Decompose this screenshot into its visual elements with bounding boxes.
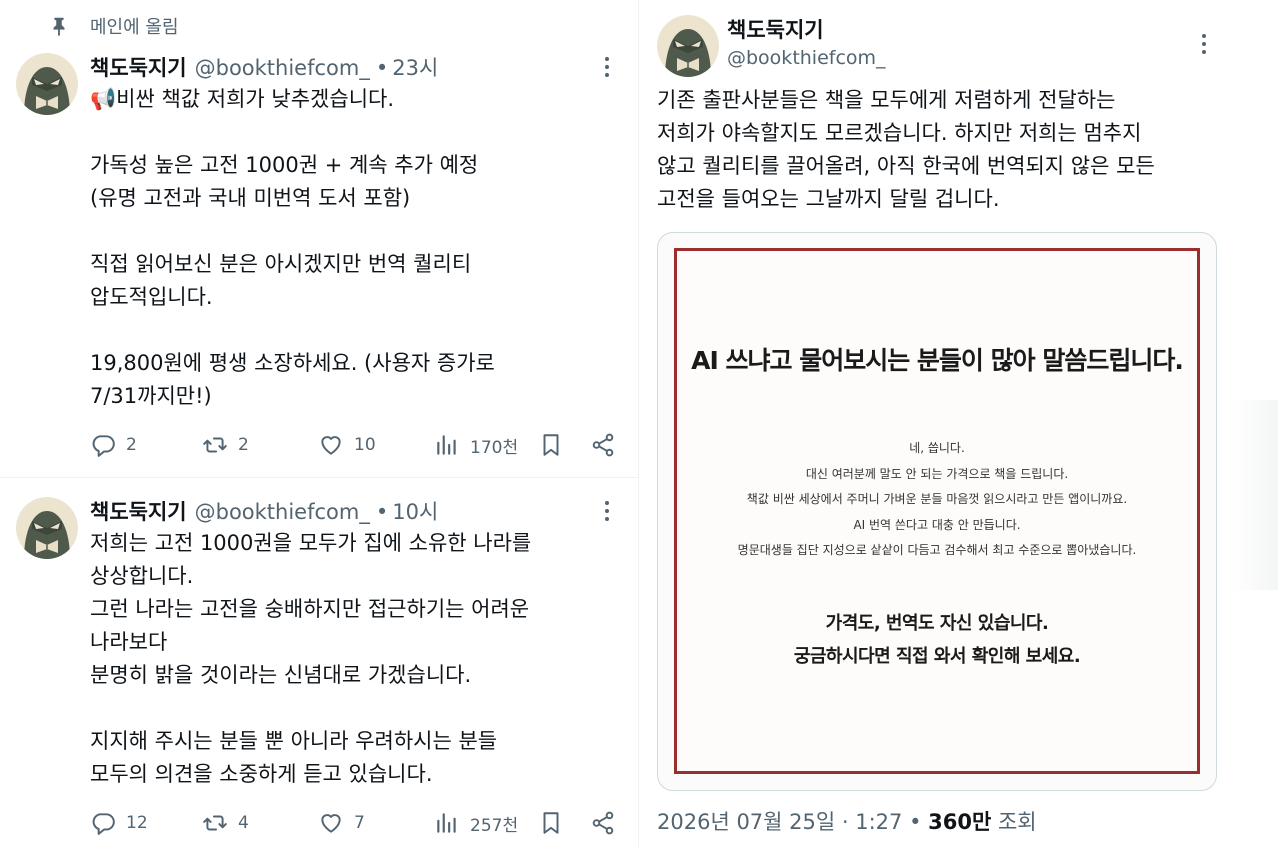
tweet-actions: 12 4 7 257천 <box>90 810 630 838</box>
notice-lines: 네, 씁니다. 대신 여러분께 말도 안 되는 가격으로 책을 드립니다. 책값… <box>677 436 1197 564</box>
more-icon[interactable] <box>603 56 611 78</box>
timestamp[interactable]: 10시 <box>392 496 438 526</box>
tweet-text: 저희는 고전 1000권을 모두가 집에 소유한 나라를 상상합니다. 그런 나… <box>90 531 532 786</box>
avatar[interactable] <box>16 53 78 115</box>
views-count: 360만 <box>928 810 992 834</box>
pinned-indicator: 메인에 올림 <box>48 12 179 40</box>
attached-image[interactable]: AI 쓰냐고 물어보시는 분들이 많아 말씀드립니다. 네, 씁니다. 대신 여… <box>657 232 1217 791</box>
notice-closing-line: 가격도, 번역도 자신 있습니다. <box>825 613 1049 634</box>
more-icon[interactable] <box>1200 33 1208 55</box>
separator-dot: • <box>909 810 929 834</box>
reply-button[interactable]: 2 <box>90 432 137 458</box>
more-icon[interactable] <box>603 500 611 522</box>
heart-icon <box>321 436 341 455</box>
bookmark-icon <box>543 812 559 834</box>
repost-button[interactable]: 2 <box>202 432 249 458</box>
repost-count: 4 <box>238 813 249 833</box>
reply-button[interactable]: 12 <box>90 810 148 836</box>
tweet-actions: 2 2 10 170천 <box>90 432 630 460</box>
separator-dot: • <box>375 56 389 80</box>
separator-dot: • <box>375 500 389 524</box>
author-name[interactable]: 책도둑지기 <box>90 52 187 82</box>
analytics-icon <box>437 435 456 455</box>
notice-line: 네, 씁니다. <box>909 441 965 455</box>
pinned-label: 메인에 올림 <box>90 17 179 38</box>
detail-author-name-row: 책도둑지기 <box>727 14 824 44</box>
notice-closing-line: 궁금하시다면 직접 와서 확인해 보세요. <box>793 646 1081 667</box>
notice-line: 책값 비싼 세상에서 주머니 가벼운 분들 마음껏 읽으시라고 만든 앱이니까요… <box>746 492 1128 506</box>
notice-frame: AI 쓰냐고 물어보시는 분들이 많아 말씀드립니다. 네, 씁니다. 대신 여… <box>674 248 1200 774</box>
like-count: 7 <box>354 813 365 833</box>
timeline-column: 메인에 올림 책도둑지기 @bookthiefcom_ • 23시 📢비싼 책값… <box>0 0 638 847</box>
edge-shadow <box>1232 400 1278 590</box>
detail-text: 기존 출판사분들은 책을 모두에게 저렴하게 전달하는 저희가 야속할지도 모르… <box>657 88 1155 211</box>
reply-count: 12 <box>126 813 148 833</box>
notice-closing: 가격도, 번역도 자신 있습니다. 궁금하시다면 직접 와서 확인해 보세요. <box>677 607 1197 673</box>
repost-icon <box>203 437 227 453</box>
reply-icon <box>92 435 115 457</box>
share-button[interactable] <box>590 432 616 458</box>
author-name[interactable]: 책도둑지기 <box>727 14 824 44</box>
tweet-divider <box>0 477 638 478</box>
analytics-icon <box>437 813 456 833</box>
views-button[interactable]: 257천 <box>434 810 518 836</box>
notice-line: 대신 여러분께 말도 안 되는 가격으로 책을 드립니다. <box>805 466 1069 481</box>
tweet-text: 📢비싼 책값 저희가 낮추겠습니다. 가독성 높은 고전 1000권 + 계속 … <box>90 87 495 408</box>
share-icon <box>592 811 614 835</box>
views-label: 조회 <box>997 810 1037 834</box>
author-handle[interactable]: @bookthiefcom_ <box>195 56 370 80</box>
author-name[interactable]: 책도둑지기 <box>90 496 187 526</box>
tweet-meta: 2026년 07월 25일 · 1:27 • 360만 조회 <box>657 806 1037 836</box>
tweet-header: 책도둑지기 @bookthiefcom_ • 23시 <box>90 52 438 82</box>
heart-icon <box>321 814 341 833</box>
repost-count: 2 <box>238 435 249 455</box>
timestamp[interactable]: 23시 <box>392 52 438 82</box>
notice-line: AI 번역 쓴다고 대충 안 만듭니다. <box>853 517 1021 532</box>
notice-title: AI 쓰냐고 물어보시는 분들이 많아 말씀드립니다. <box>691 346 1184 375</box>
share-icon <box>592 433 614 457</box>
repost-button[interactable]: 4 <box>202 810 249 836</box>
tweet-header: 책도둑지기 @bookthiefcom_ • 10시 <box>90 496 438 526</box>
pin-icon <box>53 17 65 37</box>
detail-handle-row: @bookthiefcom_ <box>727 47 886 69</box>
avatar[interactable] <box>16 497 78 559</box>
column-divider <box>638 0 639 847</box>
views-count: 257천 <box>470 815 519 836</box>
post-date[interactable]: 2026년 07월 25일 · 1:27 <box>657 810 902 834</box>
like-button[interactable]: 10 <box>318 432 376 458</box>
author-handle[interactable]: @bookthiefcom_ <box>727 47 886 69</box>
views-count: 170천 <box>470 437 519 458</box>
bookmark-icon <box>543 434 559 456</box>
reply-icon <box>92 813 115 835</box>
avatar[interactable] <box>657 15 719 77</box>
repost-icon <box>203 815 227 831</box>
bookmark-button[interactable] <box>538 432 564 458</box>
like-count: 10 <box>354 435 376 455</box>
like-button[interactable]: 7 <box>318 810 365 836</box>
notice-line: 명문대생들 집단 지성으로 샅샅이 다듬고 검수해서 최고 수준으로 뽑아냈습니… <box>737 543 1137 557</box>
bookmark-button[interactable] <box>538 810 564 836</box>
author-handle[interactable]: @bookthiefcom_ <box>195 500 370 524</box>
views-button[interactable]: 170천 <box>434 432 518 458</box>
share-button[interactable] <box>590 810 616 836</box>
reply-count: 2 <box>126 435 137 455</box>
